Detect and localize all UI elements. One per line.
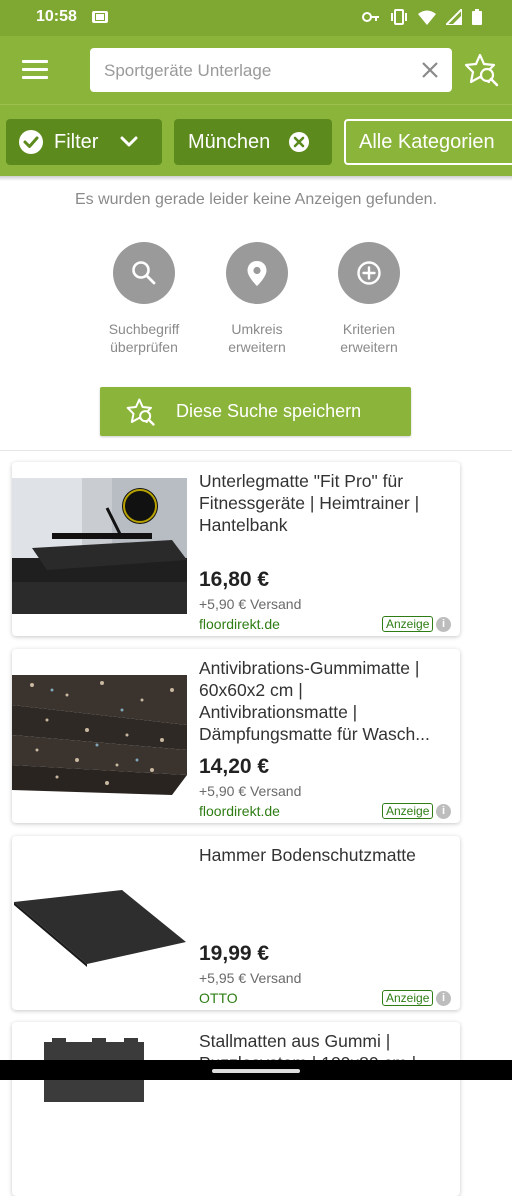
listing-shipping: +5,95 € Versand bbox=[199, 970, 302, 986]
wifi-icon bbox=[418, 10, 436, 25]
battery-icon bbox=[472, 9, 482, 25]
save-search-label: Diese Suche speichern bbox=[176, 401, 362, 421]
app-bar bbox=[0, 36, 512, 104]
listing-seller: floordirekt.de bbox=[199, 803, 280, 819]
chevron-down-icon bbox=[120, 136, 138, 147]
info-icon[interactable]: i bbox=[436, 617, 451, 632]
clear-search-icon[interactable] bbox=[418, 58, 442, 82]
ad-badge: Anzeige bbox=[382, 990, 434, 1006]
listing-title: Antivibrations-Gummimatte | 60x60x2 cm |… bbox=[199, 658, 430, 744]
listing-price: 16,80 € bbox=[199, 568, 270, 591]
listing-price: 19,99 € bbox=[199, 942, 270, 965]
no-results-message: Es wurden gerade leider keine Anzeigen g… bbox=[74, 191, 438, 208]
hint-label-line2: überprüfen bbox=[110, 339, 178, 355]
listing-image bbox=[12, 1038, 187, 1174]
hint-label-line2: erweitern bbox=[228, 339, 286, 355]
listing-image bbox=[12, 478, 187, 614]
menu-icon[interactable] bbox=[22, 60, 48, 80]
listing-card[interactable]: Unterlegmatte "Fit Pro" für Fitnessgerät… bbox=[12, 462, 460, 636]
hint-label-line1: Suchbegriff bbox=[108, 321, 180, 337]
check-circle-icon bbox=[19, 130, 43, 154]
listing-shipping: +5,90 € Versand bbox=[199, 783, 302, 799]
listing-card[interactable]: Stallmatten aus Gummi | Puzzlesystem | 1… bbox=[12, 1022, 460, 1196]
hint-label-line1: Umkreis bbox=[231, 321, 283, 337]
hint-expand-criteria[interactable]: Kriterien erweitern bbox=[314, 242, 424, 356]
category-chip[interactable]: Alle Kategorien bbox=[344, 119, 512, 165]
filter-bar: Filter München Alle Kategorien bbox=[0, 104, 512, 176]
ad-badge: Anzeige bbox=[382, 803, 434, 819]
location-chip[interactable]: München bbox=[174, 119, 332, 165]
search-input[interactable] bbox=[102, 58, 406, 84]
info-icon[interactable]: i bbox=[436, 804, 451, 819]
home-gesture-handle[interactable] bbox=[212, 1069, 300, 1073]
hint-label-line1: Kriterien bbox=[342, 321, 396, 337]
listing-seller: floordirekt.de bbox=[199, 616, 280, 632]
save-search-star-icon[interactable] bbox=[462, 52, 502, 88]
status-bar: 10:58 bbox=[0, 0, 512, 36]
ad-badge: Anzeige bbox=[382, 616, 434, 632]
location-pin-icon bbox=[247, 261, 267, 286]
hint-expand-radius[interactable]: Umkreis erweitern bbox=[202, 242, 312, 356]
location-chip-label: München bbox=[188, 130, 271, 153]
hint-label-line2: erweitern bbox=[340, 339, 398, 355]
listing-image bbox=[12, 665, 187, 801]
category-chip-label: Alle Kategorien bbox=[359, 130, 495, 153]
filter-chip[interactable]: Filter bbox=[6, 119, 162, 165]
sim-card-icon bbox=[92, 11, 108, 23]
key-icon bbox=[362, 12, 379, 22]
system-navigation-bar bbox=[0, 1060, 512, 1080]
toolbar-shadow bbox=[0, 176, 512, 181]
vibrate-icon bbox=[391, 9, 407, 25]
listing-seller: OTTO bbox=[199, 990, 238, 1006]
divider bbox=[0, 450, 512, 451]
search-box bbox=[90, 48, 452, 92]
listing-title: Hammer Bodenschutzmatte bbox=[199, 845, 416, 865]
status-time: 10:58 bbox=[36, 8, 77, 25]
listing-card[interactable]: Hammer Bodenschutzmatte 19,99 € +5,95 € … bbox=[12, 836, 460, 1010]
listing-card[interactable]: Antivibrations-Gummimatte | 60x60x2 cm |… bbox=[12, 649, 460, 823]
info-icon[interactable]: i bbox=[436, 991, 451, 1006]
listing-title: Unterlegmatte "Fit Pro" für Fitnessgerät… bbox=[199, 471, 420, 535]
save-search-star-icon bbox=[126, 398, 155, 426]
add-circle-icon bbox=[357, 261, 381, 285]
listing-shipping: +5,90 € Versand bbox=[199, 596, 302, 612]
listing-price: 14,20 € bbox=[199, 755, 270, 778]
listing-image bbox=[12, 852, 187, 988]
search-icon bbox=[132, 261, 156, 285]
hint-check-search-term[interactable]: Suchbegriff überprüfen bbox=[89, 242, 199, 356]
filter-chip-label: Filter bbox=[54, 130, 99, 153]
save-search-button[interactable]: Diese Suche speichern bbox=[100, 387, 411, 436]
signal-icon bbox=[446, 9, 462, 25]
remove-location-icon[interactable] bbox=[288, 131, 310, 153]
